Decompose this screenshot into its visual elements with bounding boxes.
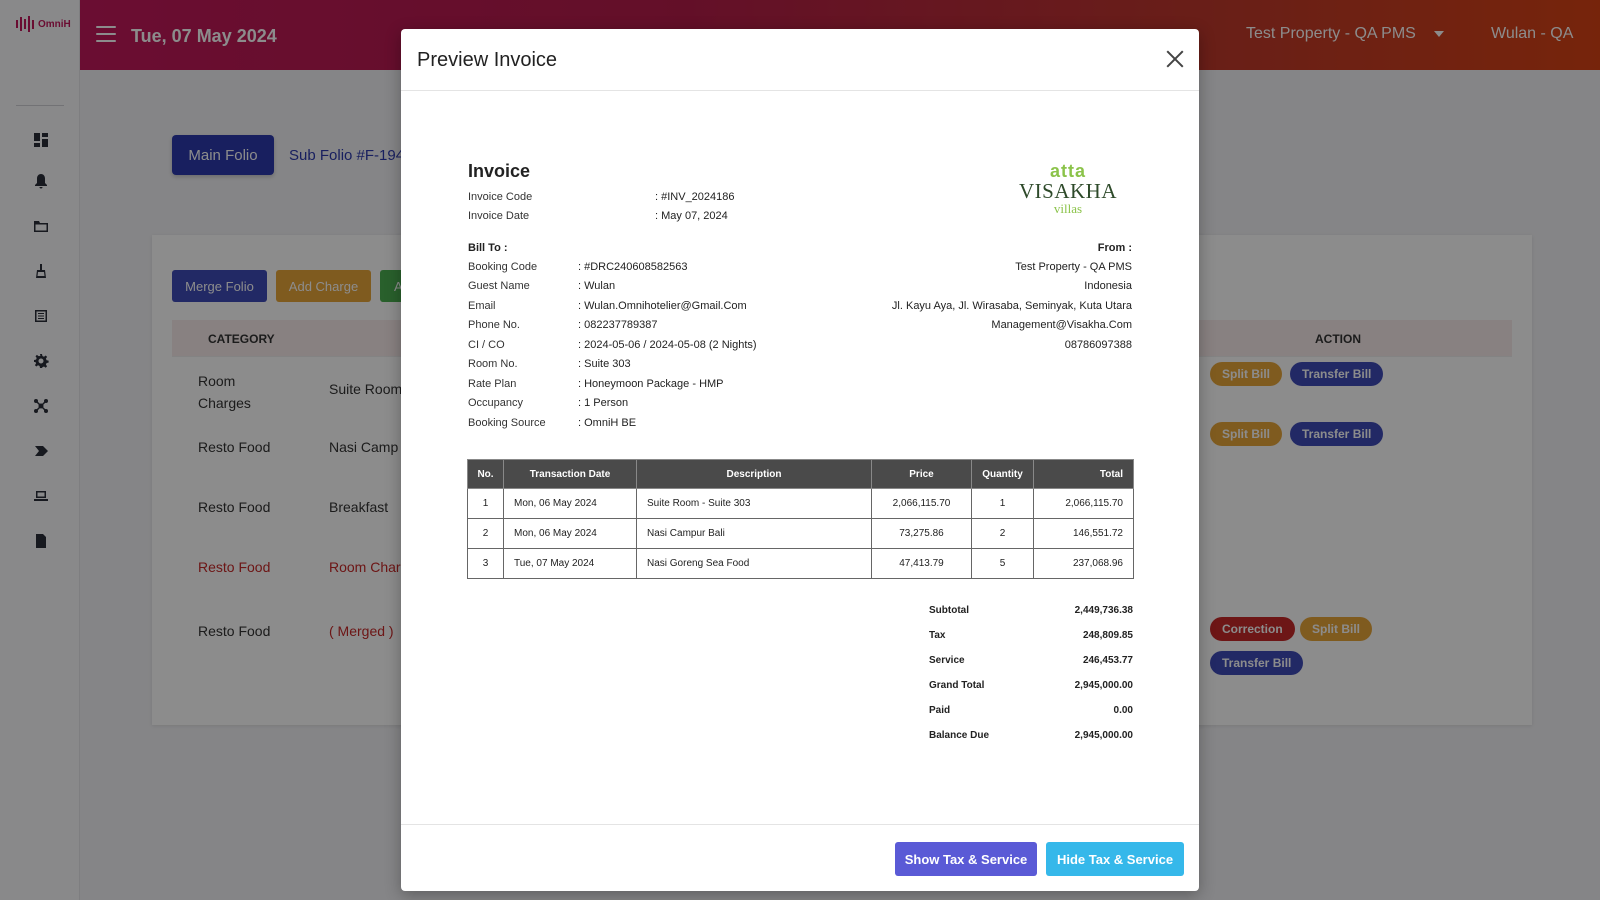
occupancy-label: Occupancy <box>468 397 524 409</box>
balance-due-value: 2,945,000.00 <box>1074 730 1133 741</box>
item-no: 2 <box>467 518 504 549</box>
item-price: 2,066,115.70 <box>871 488 972 519</box>
email-label: Email <box>468 300 496 312</box>
show-tax-service-button[interactable]: Show Tax & Service <box>895 842 1037 876</box>
modal-header: Preview Invoice <box>401 29 1199 91</box>
email-value: : Wulan.Omnihotelier@Gmail.Com <box>578 300 747 312</box>
item-description: Nasi Goreng Sea Food <box>636 548 872 579</box>
guest-name-value: : Wulan <box>578 280 616 292</box>
invoice-code-label: Invoice Code <box>468 191 533 203</box>
item-total: 2,066,115.70 <box>1033 488 1134 519</box>
modal-title: Preview Invoice <box>417 49 558 71</box>
rate-plan-label: Rate Plan <box>468 378 517 390</box>
item-quantity: 1 <box>971 488 1034 519</box>
invoice-date-label: Invoice Date <box>468 210 530 222</box>
logo-brand: atta <box>1049 161 1086 181</box>
from-property: Test Property - QA PMS <box>1015 261 1132 273</box>
table-row: 1 Mon, 06 May 2024 Suite Room - Suite 30… <box>467 488 1134 519</box>
item-price: 73,275.86 <box>871 518 972 549</box>
from-label: From : <box>1097 242 1132 254</box>
invoice-title: Invoice <box>468 161 531 181</box>
item-total: 146,551.72 <box>1033 518 1134 549</box>
logo-sub: villas <box>1053 201 1083 216</box>
col-transaction-date: Transaction Date <box>503 459 637 489</box>
col-description: Description <box>636 459 872 489</box>
guest-name-label: Guest Name <box>468 280 530 292</box>
grand-total-label: Grand Total <box>929 680 985 691</box>
from-email: Management@Visakha.Com <box>991 319 1132 331</box>
logo-name: VISAKHA <box>1019 179 1117 203</box>
from-country: Indonesia <box>1084 280 1132 292</box>
invoice-code-value: : #INV_2024186 <box>655 191 735 203</box>
phone-label: Phone No. <box>468 319 520 331</box>
close-icon[interactable] <box>1165 49 1185 69</box>
items-table-header: No. Transaction Date Description Price Q… <box>467 459 1134 489</box>
item-total: 237,068.96 <box>1033 548 1134 579</box>
paid-value: 0.00 <box>1113 705 1133 716</box>
bill-to-label: Bill To : <box>468 242 508 254</box>
col-total: Total <box>1033 459 1134 489</box>
item-date: Tue, 07 May 2024 <box>503 548 637 579</box>
item-description: Suite Room - Suite 303 <box>636 488 872 519</box>
item-no: 1 <box>467 488 504 519</box>
booking-source-label: Booking Source <box>468 417 546 429</box>
service-value: 246,453.77 <box>1082 655 1133 666</box>
occupancy-value: : 1 Person <box>578 397 629 409</box>
booking-source-value: : OmniH BE <box>578 417 637 429</box>
item-no: 3 <box>467 548 504 579</box>
item-quantity: 2 <box>971 518 1034 549</box>
preview-invoice-modal: Preview Invoice Invoice Invoice Code : #… <box>401 29 1199 891</box>
rate-plan-value: : Honeymoon Package - HMP <box>578 378 724 390</box>
item-date: Mon, 06 May 2024 <box>503 518 637 549</box>
booking-code-value: : #DRC240608582563 <box>578 261 688 273</box>
item-price: 47,413.79 <box>871 548 972 579</box>
invoice-date-value: : May 07, 2024 <box>655 210 728 222</box>
invoice-items-table: No. Transaction Date Description Price Q… <box>467 459 1134 579</box>
table-row: 2 Mon, 06 May 2024 Nasi Campur Bali 73,2… <box>467 518 1134 549</box>
col-no: No. <box>467 459 504 489</box>
modal-footer: Show Tax & Service Hide Tax & Service <box>401 824 1199 891</box>
item-description: Nasi Campur Bali <box>636 518 872 549</box>
item-date: Mon, 06 May 2024 <box>503 488 637 519</box>
item-quantity: 5 <box>971 548 1034 579</box>
table-row: 3 Tue, 07 May 2024 Nasi Goreng Sea Food … <box>467 548 1134 579</box>
hotel-logo: atta VISAKHA villas <box>1018 162 1118 216</box>
subtotal-label: Subtotal <box>929 605 969 616</box>
ci-co-value: : 2024-05-06 / 2024-05-08 (2 Nights) <box>578 339 757 351</box>
from-phone: 08786097388 <box>1064 339 1132 351</box>
service-label: Service <box>929 655 965 666</box>
tax-label: Tax <box>929 630 946 641</box>
booking-code-label: Booking Code <box>468 261 538 273</box>
grand-total-value: 2,945,000.00 <box>1074 680 1133 691</box>
subtotal-value: 2,449,736.38 <box>1074 605 1133 616</box>
from-address: Jl. Kayu Aya, Jl. Wirasaba, Seminyak, Ku… <box>891 300 1132 312</box>
col-price: Price <box>871 459 972 489</box>
col-quantity: Quantity <box>971 459 1034 489</box>
paid-label: Paid <box>929 705 951 716</box>
ci-co-label: CI / CO <box>468 339 505 351</box>
room-no-value: : Suite 303 <box>578 358 631 370</box>
balance-due-label: Balance Due <box>929 730 990 741</box>
room-no-label: Room No. <box>468 358 518 370</box>
hide-tax-service-button[interactable]: Hide Tax & Service <box>1046 842 1184 876</box>
phone-value: : 082237789387 <box>578 319 658 331</box>
tax-value: 248,809.85 <box>1082 630 1133 641</box>
